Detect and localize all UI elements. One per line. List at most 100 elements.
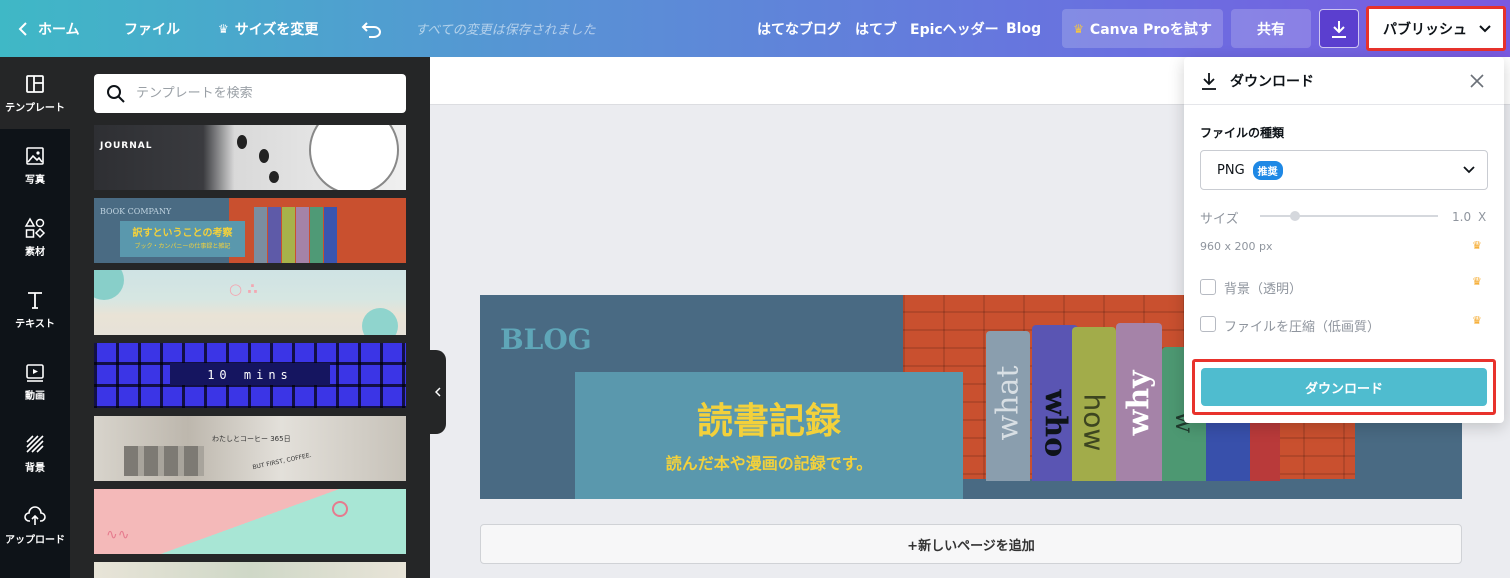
book-spine bbox=[310, 207, 323, 263]
download-dropdown-header: ダウンロード bbox=[1184, 57, 1504, 105]
thumbnail-text: わたしとコーヒー 365日 bbox=[212, 435, 291, 443]
size-label: サイズ bbox=[1200, 212, 1239, 227]
download-icon bbox=[1202, 73, 1216, 90]
book-spine-text: what bbox=[990, 365, 1026, 441]
circle-graphic bbox=[94, 270, 124, 300]
nav-label: 動画 bbox=[25, 390, 45, 402]
nav-background[interactable]: 背景 bbox=[0, 417, 70, 489]
book-spine bbox=[254, 207, 267, 263]
nav-label: 背景 bbox=[25, 462, 45, 474]
nav-elements[interactable]: 素材 bbox=[0, 201, 70, 273]
nav-video[interactable]: 動画 bbox=[0, 345, 70, 417]
chevron-down-icon bbox=[1463, 166, 1475, 174]
thumbnail-text: 10 mins bbox=[207, 368, 293, 382]
transparent-bg-checkbox[interactable] bbox=[1200, 279, 1216, 295]
size-slider-handle[interactable] bbox=[1290, 211, 1300, 221]
size-slider[interactable] bbox=[1260, 211, 1438, 221]
home-label: ホーム bbox=[38, 21, 80, 38]
template-thumbnail-journal[interactable]: JOURNAL bbox=[94, 125, 406, 190]
link-epic-header[interactable]: Epicヘッダー bbox=[910, 0, 999, 57]
recommended-badge: 推奨 bbox=[1252, 160, 1283, 180]
panel-collapse-tab[interactable] bbox=[430, 350, 446, 434]
top-toolbar: ホーム ファイル ♛ サイズを変更 すべての変更は保存されました はてなブログ … bbox=[0, 0, 1510, 57]
resize-button[interactable]: ♛ サイズを変更 bbox=[218, 0, 318, 57]
nav-upload[interactable]: アップロード bbox=[0, 489, 70, 561]
template-search-input[interactable] bbox=[136, 86, 386, 101]
title-box[interactable]: 読書記録 読んだ本や漫画の記録です。 bbox=[575, 372, 963, 499]
thumbnail-title-box: 訳すということの考察 ブック・カンパニーの仕事録と雑記 bbox=[120, 221, 245, 257]
template-search[interactable] bbox=[94, 74, 406, 113]
template-thumbnail-pastel[interactable]: ∿∿ bbox=[94, 489, 406, 554]
book-spine-text: how bbox=[1077, 393, 1111, 452]
nav-templates[interactable]: テンプレート bbox=[0, 57, 70, 129]
book-spine-what: what bbox=[986, 331, 1030, 481]
template-thumbnail-book[interactable]: BOOK COMPANY 訳すということの考察 ブック・カンパニーの仕事録と雑記 bbox=[94, 198, 406, 263]
template-thumbnail-coffee[interactable]: わたしとコーヒー 365日 BUT FIRST, COFFEE. bbox=[94, 416, 406, 481]
thumbnail-subtitle: ブック・カンパニーの仕事録と雑記 bbox=[134, 243, 231, 250]
template-thumbnail-food[interactable] bbox=[94, 562, 406, 578]
background-icon bbox=[26, 434, 44, 453]
download-button[interactable] bbox=[1319, 9, 1359, 48]
undo-button[interactable] bbox=[361, 0, 383, 57]
template-icon bbox=[26, 74, 44, 93]
side-nav: テンプレート 写真 素材 テキスト 動画 背景 アップロード bbox=[0, 57, 70, 578]
jar-graphic bbox=[124, 446, 204, 476]
text-graphic: ○ ∴ bbox=[229, 280, 258, 298]
thumbnail-text: BUT FIRST, COFFEE. bbox=[251, 451, 313, 472]
dot-graphic bbox=[259, 149, 269, 163]
template-panel: JOURNAL BOOK COMPANY 訳すということの考察 ブック・カンパニ… bbox=[70, 57, 430, 578]
nav-text[interactable]: テキスト bbox=[0, 273, 70, 345]
blog-label[interactable]: BLOG bbox=[500, 323, 592, 356]
share-label: 共有 bbox=[1257, 21, 1285, 38]
book-spine-how: how bbox=[1072, 327, 1116, 481]
design-title[interactable]: 読書記録 bbox=[575, 392, 963, 444]
link-blog[interactable]: Blog bbox=[1006, 0, 1041, 57]
upload-icon bbox=[24, 505, 46, 525]
photo-icon bbox=[26, 146, 44, 165]
compress-checkbox[interactable] bbox=[1200, 316, 1216, 332]
crown-icon: ♛ bbox=[1472, 275, 1482, 288]
link-hatebu[interactable]: はてブ bbox=[855, 0, 897, 57]
crown-icon: ♛ bbox=[1472, 239, 1482, 252]
close-icon[interactable] bbox=[1470, 74, 1484, 88]
book-spine-text: why bbox=[1121, 370, 1157, 436]
crown-icon: ♛ bbox=[1472, 314, 1482, 327]
template-thumbnail-10mins[interactable]: 10 mins bbox=[94, 343, 406, 408]
wave-graphic: ∿∿ bbox=[106, 527, 130, 543]
file-label: ファイル bbox=[124, 21, 180, 38]
video-icon bbox=[26, 363, 44, 382]
circle-graphic bbox=[332, 501, 348, 517]
file-type-select[interactable]: PNG 推奨 bbox=[1200, 150, 1488, 190]
design-subtitle[interactable]: 読んだ本や漫画の記録です。 bbox=[575, 450, 963, 474]
resize-label: サイズを変更 bbox=[234, 21, 319, 38]
download-dropdown: ダウンロード ファイルの種類 PNG 推奨 サイズ 1.0 X 960 x 20… bbox=[1184, 57, 1504, 423]
link-hatena-blog[interactable]: はてなブログ bbox=[757, 0, 841, 57]
share-button[interactable]: 共有 bbox=[1231, 9, 1311, 48]
thumbnail-label-box: 10 mins bbox=[170, 363, 330, 385]
file-menu[interactable]: ファイル bbox=[124, 0, 180, 57]
confirm-download-button[interactable]: ダウンロード bbox=[1201, 368, 1487, 406]
nav-label: テキスト bbox=[15, 318, 55, 330]
nav-photos[interactable]: 写真 bbox=[0, 129, 70, 201]
try-pro-button[interactable]: ♛ Canva Proを試す bbox=[1062, 9, 1223, 48]
dimensions-text: 960 x 200 px bbox=[1200, 240, 1273, 253]
dot-graphic bbox=[269, 171, 279, 183]
thumbnail-text: JOURNAL bbox=[100, 141, 153, 151]
globe-graphic bbox=[309, 125, 399, 190]
undo-icon bbox=[361, 21, 381, 38]
size-value: 1.0 bbox=[1452, 210, 1472, 224]
template-thumbnail-beach[interactable]: ○ ∴ bbox=[94, 270, 406, 335]
elements-icon bbox=[24, 216, 46, 238]
chevron-down-icon bbox=[1479, 24, 1491, 32]
circle-graphic bbox=[362, 308, 398, 335]
text-icon bbox=[28, 291, 42, 309]
home-button[interactable]: ホーム bbox=[18, 0, 80, 57]
publish-button-highlight[interactable]: パブリッシュ bbox=[1366, 6, 1506, 51]
nav-label: テンプレート bbox=[5, 102, 65, 114]
download-button-highlight: ダウンロード bbox=[1192, 359, 1496, 415]
search-icon bbox=[107, 84, 125, 103]
publish-button[interactable]: パブリッシュ bbox=[1371, 11, 1501, 46]
nav-label: 素材 bbox=[25, 246, 45, 258]
compress-label: ファイルを圧縮（低画質） bbox=[1224, 320, 1381, 335]
add-page-button[interactable]: +新しいページを追加 bbox=[480, 524, 1462, 564]
